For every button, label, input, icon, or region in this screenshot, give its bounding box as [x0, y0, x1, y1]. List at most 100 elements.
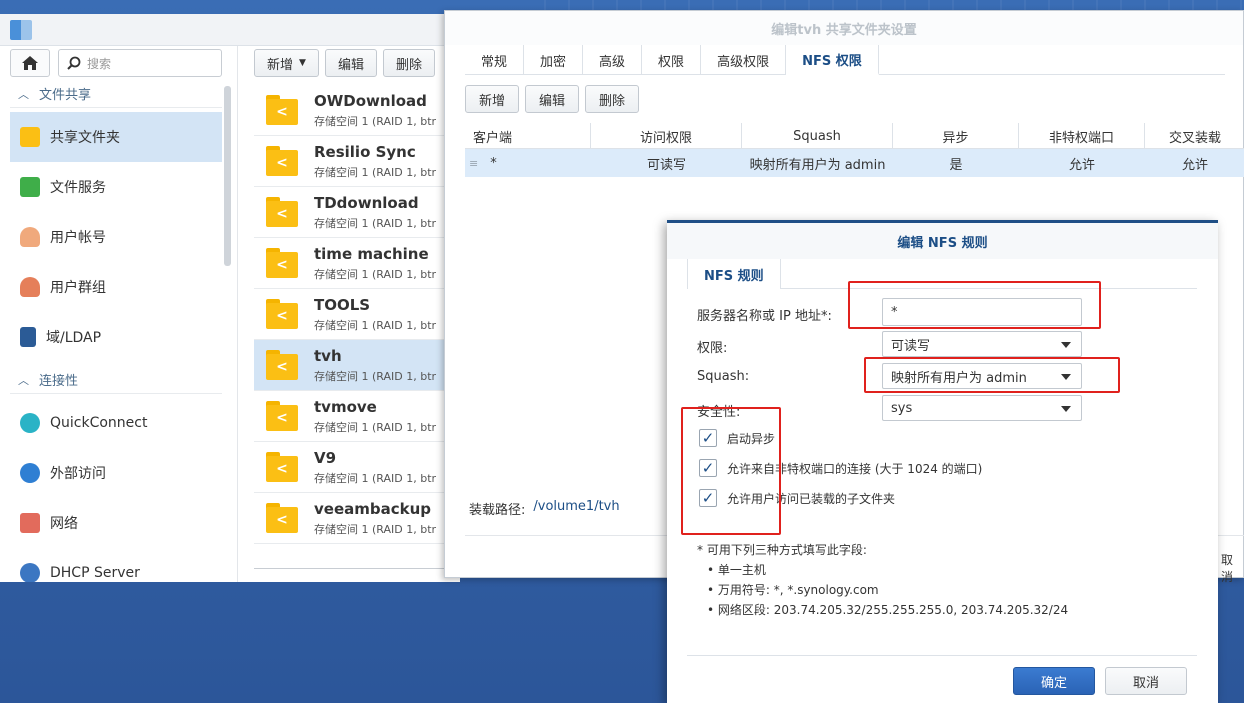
- nfs-toolbar: 新增 编辑 删除: [465, 85, 639, 113]
- folder-row[interactable]: < TOOLS 存储空间 1 (RAID 1, btr: [254, 289, 460, 340]
- drag-handle-icon[interactable]: ≡: [469, 157, 478, 170]
- privilege-select[interactable]: 可读写: [882, 331, 1082, 357]
- section-connectivity[interactable]: ︿ 连接性: [10, 366, 222, 394]
- folder-volume: 存储空间 1 (RAID 1, btr: [314, 318, 437, 332]
- mount-path-label: 装载路径:: [469, 503, 526, 518]
- dialog-footer-divider: [687, 655, 1197, 656]
- tab-encryption[interactable]: 加密: [524, 45, 584, 75]
- sidebar-item-dhcp-server[interactable]: DHCP Server: [10, 548, 222, 582]
- sidebar-item-quickconnect[interactable]: QuickConnect: [10, 398, 222, 448]
- sidebar-item-network[interactable]: 网络: [10, 498, 222, 548]
- checkmark-icon: ✓: [701, 428, 715, 447]
- add-rule-button[interactable]: 新增: [465, 85, 519, 113]
- delete-button[interactable]: 删除: [382, 49, 435, 77]
- tab-advanced[interactable]: 高级: [583, 45, 643, 75]
- column-header[interactable]: 非特权端口: [1019, 123, 1145, 149]
- folder-toolbar: 新增 ▼ 编辑 删除: [254, 49, 435, 77]
- folder-name: tvh: [314, 346, 342, 365]
- globe-icon: [20, 463, 40, 483]
- column-header[interactable]: 交叉装载: [1145, 123, 1244, 149]
- sidebar-scrollbar[interactable]: [224, 86, 231, 266]
- host-input[interactable]: *: [882, 298, 1082, 326]
- shared-folder-icon: <: [266, 503, 298, 533]
- mount-path: 装载路径: /volume1/tvh: [469, 499, 620, 518]
- cancel-button[interactable]: 取消: [1221, 551, 1243, 585]
- chevron-down-icon: [1061, 406, 1071, 412]
- section-file-sharing[interactable]: ︿ 文件共享: [10, 80, 222, 108]
- column-header[interactable]: Squash: [742, 123, 893, 149]
- folder-row[interactable]: < OWDownload 存储空间 1 (RAID 1, btr: [254, 85, 460, 136]
- tab-permissions[interactable]: 权限: [642, 45, 702, 75]
- delete-rule-button[interactable]: 删除: [585, 85, 639, 113]
- async-checkbox-row[interactable]: ✓ 启动异步: [699, 429, 775, 447]
- folder-name: V9: [314, 448, 337, 467]
- squash-select[interactable]: 映射所有用户为 admin: [882, 363, 1082, 389]
- folder-volume: 存储空间 1 (RAID 1, btr: [314, 267, 437, 281]
- folder-row[interactable]: < Resilio Sync 存储空间 1 (RAID 1, btr: [254, 136, 460, 187]
- note-item: • 单一主机: [707, 563, 766, 577]
- user-icon: [20, 227, 40, 247]
- folder-row[interactable]: < V9 存储空间 1 (RAID 1, btr: [254, 442, 460, 493]
- async-checkbox[interactable]: ✓: [699, 429, 717, 447]
- checkmark-icon: ✓: [701, 488, 715, 507]
- sidebar-item-user[interactable]: 用户帐号: [10, 212, 222, 262]
- column-header[interactable]: 访问权限: [591, 123, 742, 149]
- squash-label: Squash:: [697, 369, 750, 384]
- tab-general[interactable]: 常规: [465, 45, 525, 75]
- control-panel-window: 搜索 ︿ 文件共享 共享文件夹 文件服务 用户帐号 用户群组 域/LDAP ︿: [0, 14, 460, 582]
- edit-rule-button[interactable]: 编辑: [525, 85, 579, 113]
- edit-button[interactable]: 编辑: [324, 49, 377, 77]
- folder-row-selected[interactable]: < tvh 存储空间 1 (RAID 1, btr: [254, 340, 460, 391]
- dropdown-caret-icon: ▼: [299, 58, 306, 68]
- column-header[interactable]: 异步: [893, 123, 1019, 149]
- network-icon: [20, 513, 40, 533]
- list-divider: [254, 568, 460, 569]
- nonpriv-port-checkbox[interactable]: ✓: [699, 459, 717, 477]
- folder-volume: 存储空间 1 (RAID 1, btr: [314, 216, 437, 230]
- nonpriv-port-checkbox-row[interactable]: ✓ 允许来自非特权端口的连接 (大于 1024 的端口): [699, 459, 982, 477]
- ok-button[interactable]: 确定: [1013, 667, 1095, 695]
- sidebar-item-file-services[interactable]: 文件服务: [10, 162, 222, 212]
- home-button[interactable]: [10, 49, 50, 77]
- new-button[interactable]: 新增 ▼: [254, 49, 319, 77]
- sidebar-item-shared-folder[interactable]: 共享文件夹: [10, 112, 222, 162]
- sidebar-item-external-access[interactable]: 外部访问: [10, 448, 222, 498]
- shared-folder-icon: <: [266, 197, 298, 227]
- cell-squash: 映射所有用户为 admin: [749, 157, 886, 173]
- note-item: • 网络区段: 203.74.205.32/255.255.255.0, 203…: [707, 603, 1069, 617]
- tab-advanced-permissions[interactable]: 高级权限: [701, 45, 787, 75]
- search-input[interactable]: 搜索: [58, 49, 222, 77]
- nfs-rule-table-header: 客户端 访问权限 Squash 异步 非特权端口 交叉装载: [465, 123, 1244, 149]
- dialog-title: 编辑 NFS 规则: [667, 223, 1218, 259]
- security-select[interactable]: sys: [882, 395, 1082, 421]
- folder-name: OWDownload: [314, 91, 427, 110]
- folder-name: TDdownload: [314, 193, 419, 212]
- cell-client: *: [490, 155, 497, 171]
- folder-volume: 存储空间 1 (RAID 1, btr: [314, 369, 437, 383]
- edit-nfs-rule-dialog: 编辑 NFS 规则 NFS 规则 服务器名称或 IP 地址*: * 权限: 可读…: [667, 220, 1218, 703]
- subfolder-checkbox-row[interactable]: ✓ 允许用户访问已装载的子文件夹: [699, 489, 895, 507]
- folder-name: Resilio Sync: [314, 142, 416, 161]
- folder-row[interactable]: < time machine 存储空间 1 (RAID 1, btr: [254, 238, 460, 289]
- tab-nfs-permissions[interactable]: NFS 权限: [786, 45, 879, 75]
- folder-volume: 存储空间 1 (RAID 1, btr: [314, 165, 437, 179]
- table-row[interactable]: ≡ * 可读写 映射所有用户为 admin 是 允许 允许: [465, 149, 1244, 177]
- chevron-down-icon: [1061, 374, 1071, 380]
- sidebar: 搜索 ︿ 文件共享 共享文件夹 文件服务 用户帐号 用户群组 域/LDAP ︿: [0, 46, 238, 582]
- cancel-button[interactable]: 取消: [1105, 667, 1187, 695]
- subfolder-checkbox[interactable]: ✓: [699, 489, 717, 507]
- search-placeholder: 搜索: [87, 56, 112, 71]
- security-label: 安全性:: [697, 405, 741, 420]
- column-header[interactable]: 客户端: [465, 123, 591, 149]
- shared-folder-icon: <: [266, 146, 298, 176]
- folder-volume: 存储空间 1 (RAID 1, btr: [314, 471, 437, 485]
- tab-nfs-rule[interactable]: NFS 规则: [687, 259, 781, 289]
- folder-row[interactable]: < TDdownload 存储空间 1 (RAID 1, btr: [254, 187, 460, 238]
- sidebar-item-domain-ldap[interactable]: 域/LDAP: [10, 312, 222, 362]
- folder-row[interactable]: < veeambackup 存储空间 1 (RAID 1, btr: [254, 493, 460, 544]
- sidebar-item-group[interactable]: 用户群组: [10, 262, 222, 312]
- dialog-tabbar: NFS 规则: [687, 259, 1197, 289]
- folder-volume: 存储空间 1 (RAID 1, btr: [314, 522, 437, 536]
- control-panel-app-icon: [10, 20, 32, 40]
- folder-row[interactable]: < tvmove 存储空间 1 (RAID 1, btr: [254, 391, 460, 442]
